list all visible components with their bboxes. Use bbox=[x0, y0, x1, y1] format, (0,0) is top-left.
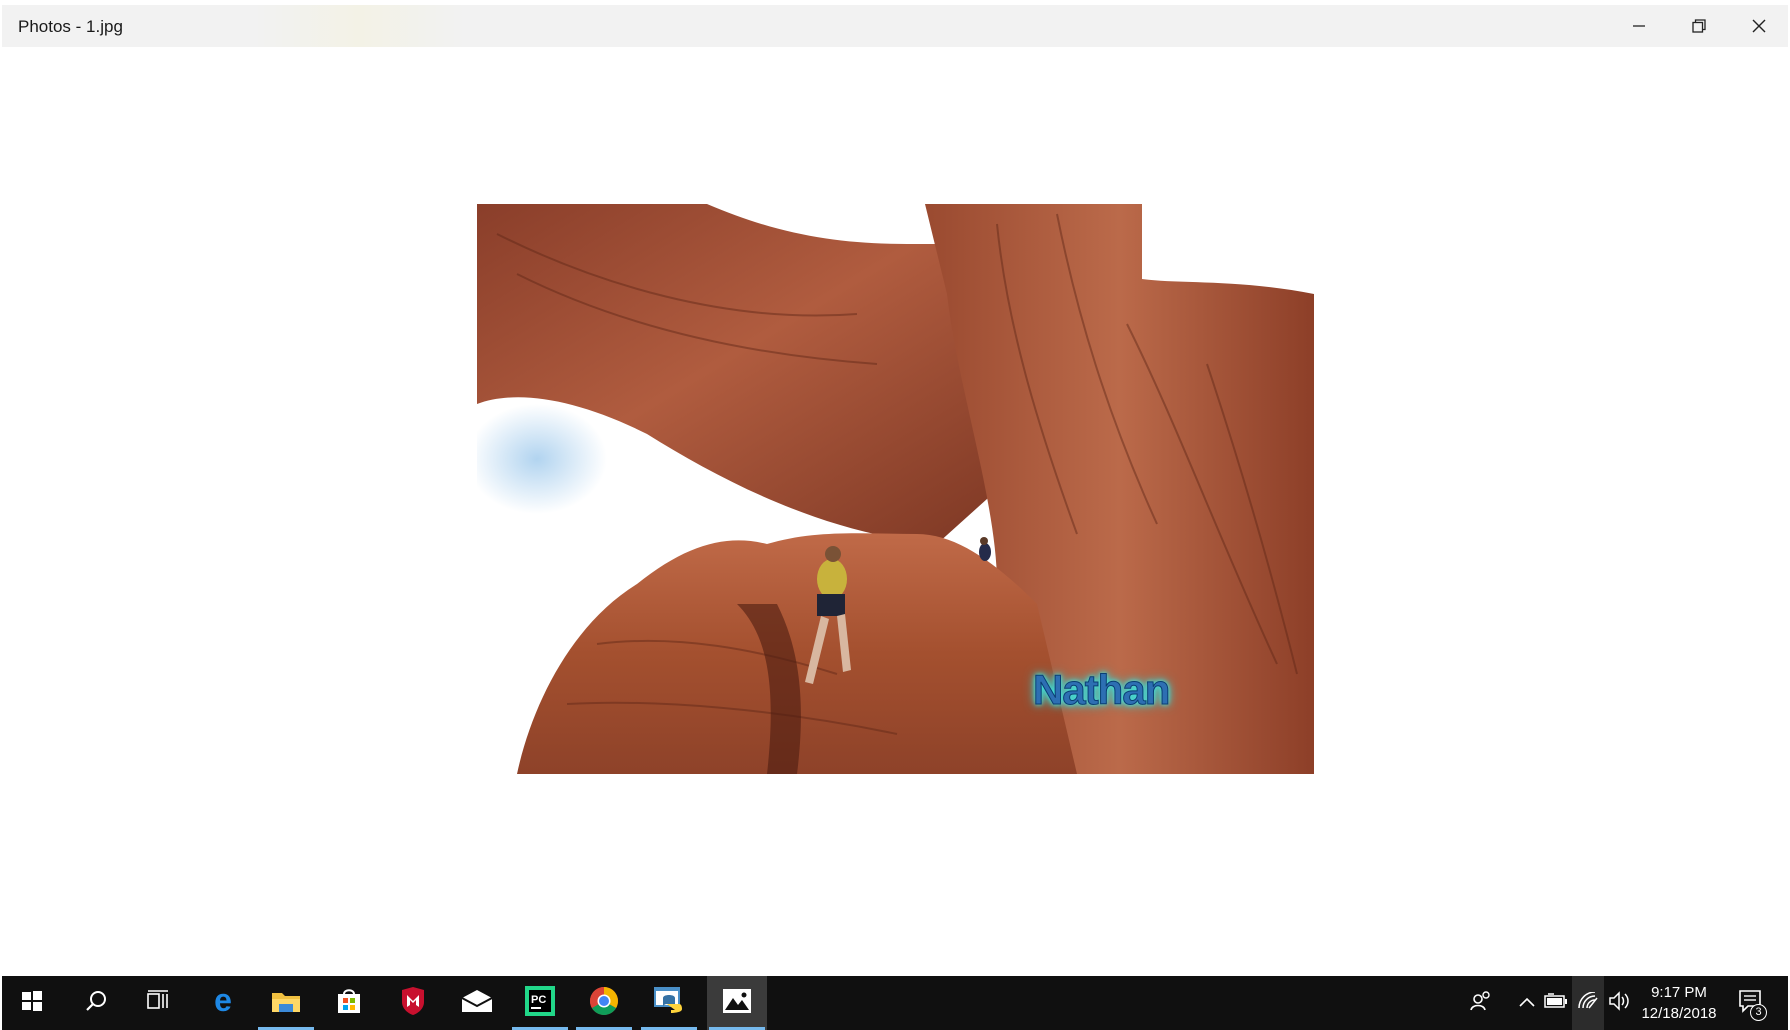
wifi-icon bbox=[1577, 990, 1599, 1015]
action-center-button[interactable] bbox=[1730, 976, 1770, 1030]
taskbar-mcafee[interactable] bbox=[383, 976, 443, 1030]
battery-icon bbox=[1544, 992, 1568, 1014]
window-title: Photos - 1.jpg bbox=[18, 17, 123, 36]
taskbar-pycharm[interactable]: PC bbox=[510, 976, 570, 1030]
battery-button[interactable] bbox=[1542, 976, 1570, 1030]
screen: Photos - 1.jpg Nathan e PC 9:17 PM 12/18… bbox=[0, 0, 1790, 1030]
taskbar-file-explorer[interactable] bbox=[256, 976, 316, 1030]
minimize-button[interactable] bbox=[1610, 5, 1668, 47]
close-icon bbox=[1751, 18, 1767, 34]
restore-button[interactable] bbox=[1670, 5, 1728, 47]
title-bar[interactable]: Photos - 1.jpg bbox=[2, 5, 1788, 47]
minimize-icon bbox=[1632, 19, 1646, 33]
clock[interactable]: 9:17 PM 12/18/2018 bbox=[1636, 982, 1722, 1024]
search-icon bbox=[84, 989, 108, 1018]
clock-date: 12/18/2018 bbox=[1641, 1005, 1717, 1022]
taskbar-chrome[interactable] bbox=[574, 976, 634, 1030]
show-hidden-icons-button[interactable] bbox=[1514, 976, 1540, 1030]
photo-viewer[interactable]: Nathan bbox=[0, 47, 1790, 976]
volume-button[interactable] bbox=[1606, 976, 1634, 1030]
photo-image[interactable]: Nathan bbox=[477, 204, 1314, 774]
python-icon bbox=[653, 986, 685, 1021]
pycharm-icon: PC bbox=[525, 985, 555, 1021]
network-button[interactable] bbox=[1572, 976, 1604, 1030]
task-view-icon bbox=[146, 989, 170, 1018]
store-icon bbox=[335, 987, 363, 1020]
start-button[interactable] bbox=[2, 976, 62, 1030]
search-button[interactable] bbox=[66, 976, 126, 1030]
taskbar-store[interactable] bbox=[319, 976, 379, 1030]
people-icon bbox=[1470, 990, 1492, 1017]
windows-logo-icon bbox=[21, 990, 43, 1017]
chevron-up-icon bbox=[1519, 994, 1535, 1012]
photo-watermark-text: Nathan bbox=[1033, 666, 1171, 714]
notification-count-badge: 3 bbox=[1750, 1004, 1767, 1021]
people-button[interactable] bbox=[1464, 976, 1498, 1030]
mail-icon bbox=[461, 989, 493, 1018]
volume-icon bbox=[1608, 990, 1632, 1016]
task-view-button[interactable] bbox=[128, 976, 188, 1030]
close-button[interactable] bbox=[1730, 5, 1788, 47]
taskbar-photos[interactable] bbox=[707, 976, 767, 1030]
edge-icon: e bbox=[208, 982, 238, 1021]
clock-time: 9:17 PM bbox=[1651, 984, 1707, 1001]
taskbar-python[interactable] bbox=[639, 976, 699, 1030]
svg-text:e: e bbox=[214, 986, 232, 1016]
photos-icon bbox=[722, 988, 752, 1019]
taskbar: e PC 9:17 PM 12/18/2018 3 bbox=[2, 976, 1788, 1030]
taskbar-edge[interactable]: e bbox=[193, 976, 253, 1030]
svg-text:PC: PC bbox=[531, 994, 546, 1006]
taskbar-mail[interactable] bbox=[447, 976, 507, 1030]
folder-icon bbox=[271, 988, 301, 1019]
restore-icon bbox=[1692, 19, 1706, 33]
chrome-icon bbox=[589, 986, 619, 1021]
mcafee-icon bbox=[399, 986, 427, 1021]
